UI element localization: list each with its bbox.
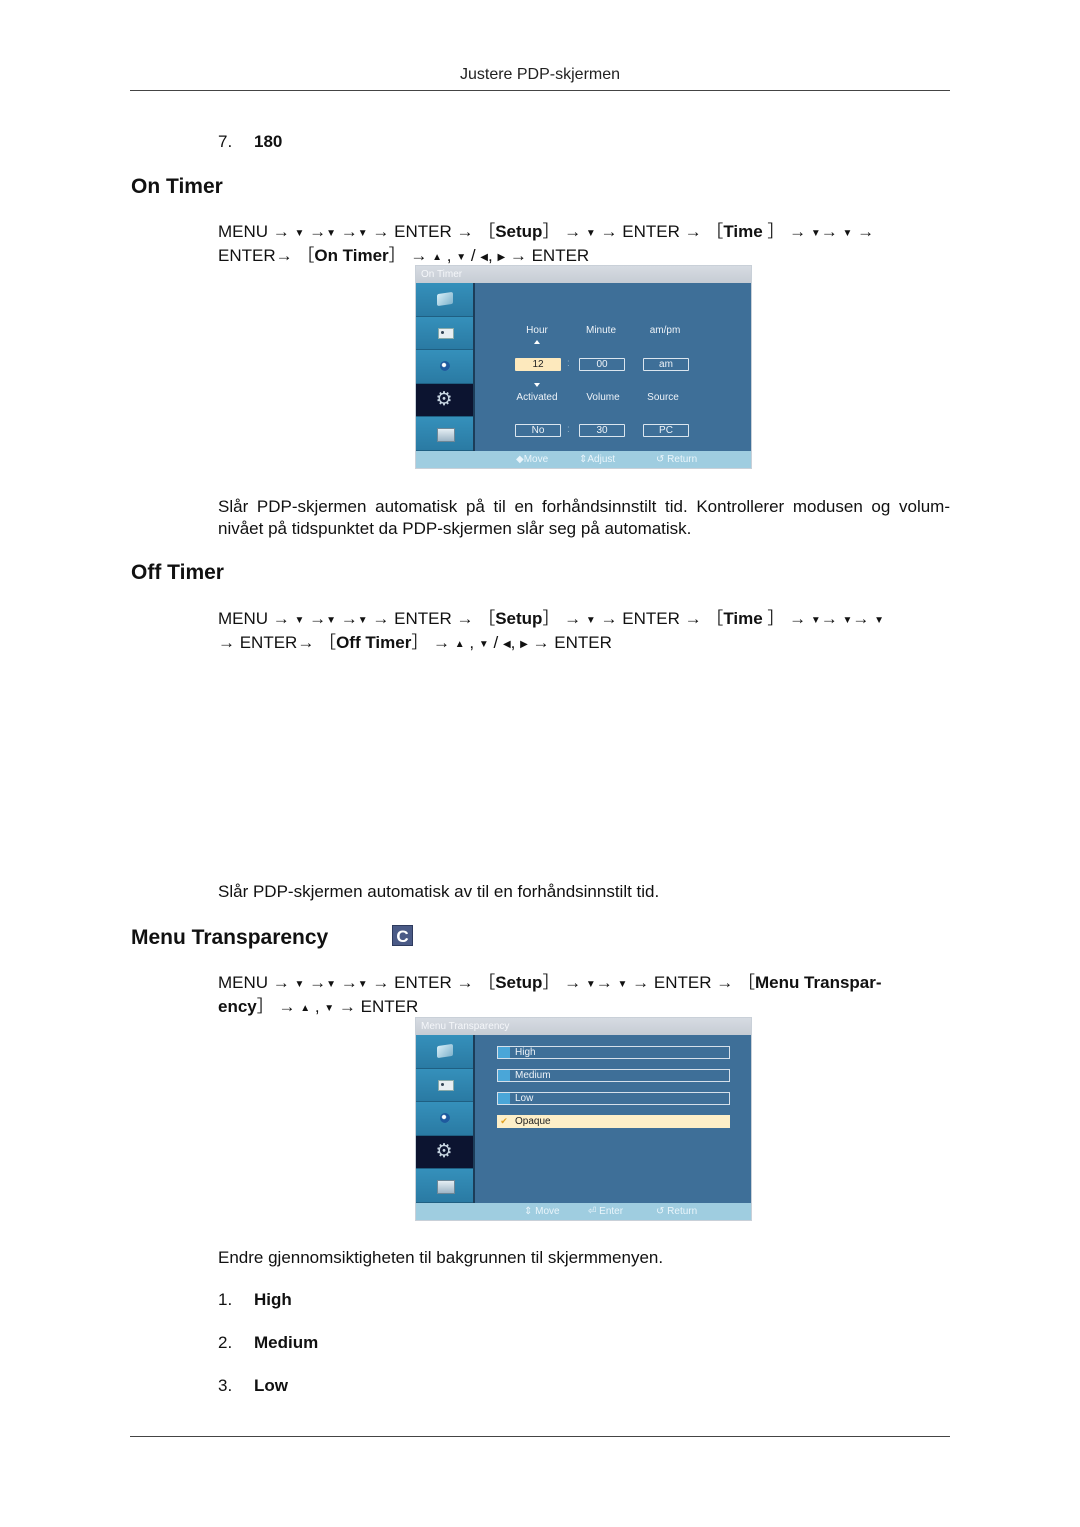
hour-field[interactable]: 12 (515, 358, 561, 371)
enter-hint: ⏎ Enter (588, 1206, 624, 1217)
option-marker (498, 1070, 510, 1081)
osd-main: Hour Minute am/pm 12 : 00 am Activated V… (475, 283, 751, 451)
sidebar-item-channel[interactable] (416, 1102, 473, 1136)
channel-icon (435, 1110, 455, 1126)
separator: : (567, 424, 570, 435)
picture-icon (435, 1043, 455, 1059)
item-label: Medium (254, 1333, 319, 1352)
option-marker (498, 1093, 510, 1104)
move-hint: ⇕ Move (524, 1206, 560, 1217)
footer-rule (130, 1436, 950, 1437)
option-opaque[interactable]: ✔ Opaque (497, 1115, 730, 1128)
list-item-180: 7. 180 (218, 132, 282, 152)
check-icon: ✔ (500, 1116, 508, 1126)
volume-field[interactable]: 30 (579, 424, 625, 437)
input-icon (435, 426, 455, 442)
path-line-1: MENU → ▼ →▼ →▼ → ENTER → ［Setup］ → ▼→ ▼ … (218, 973, 882, 992)
item-number: 7. (218, 132, 233, 151)
activated-field[interactable]: No (515, 424, 561, 437)
ampm-field[interactable]: am (643, 358, 689, 371)
menu-transparency-description: Endre gjennomsiktigheten til bakgrunnen … (218, 1248, 664, 1267)
sidebar-item-channel[interactable] (416, 350, 473, 384)
sidebar-item-setup[interactable] (416, 1135, 473, 1170)
header-rule (130, 90, 950, 91)
sidebar-item-picture[interactable] (416, 283, 473, 317)
section-heading-off-timer: Off Timer (131, 561, 224, 584)
item-number: 3. (218, 1376, 233, 1395)
list-item: 1. High (218, 1290, 292, 1310)
list-item: 2. Medium (218, 1333, 318, 1353)
item-label: High (254, 1290, 292, 1309)
section-heading-menu-transparency: Menu Transparency (131, 926, 329, 949)
sound-icon (435, 1077, 455, 1093)
return-hint: ↺ Return (656, 1206, 698, 1217)
channel-icon (435, 358, 455, 374)
item-label: 180 (254, 132, 283, 151)
sidebar-item-input[interactable] (416, 417, 473, 451)
menu-transparency-osd-screenshot: Menu Transparency High Medium Low ✔ Opaqu… (416, 1018, 751, 1220)
menu-transparency-menu-path: MENU → ▼ →▼ →▼ → ENTER → ［Setup］ → ▼→ ▼ … (218, 972, 950, 1020)
path-line-2: ency］ → ▲ , ▼ → ENTER (218, 997, 419, 1016)
path-line-2: → ENTER→ ［Off Timer］ → ▲ , ▼ / ◀, ▶ → EN… (218, 633, 612, 652)
move-hint: ◆Move (516, 454, 549, 465)
osd-footer: ◆Move ⇕Adjust ↺ Return (416, 451, 751, 468)
setup-gear-icon (435, 1140, 455, 1162)
option-label: Opaque (515, 1116, 551, 1127)
c-badge-icon: C (392, 925, 413, 946)
source-field[interactable]: PC (643, 424, 689, 437)
minute-field[interactable]: 00 (579, 358, 625, 371)
off-timer-description: Slår PDP-skjermen automatisk av til en f… (218, 882, 660, 901)
label-minute: Minute (585, 325, 616, 336)
setup-gear-icon (435, 388, 455, 410)
running-header: Justere PDP-skjermen (459, 66, 621, 83)
osd-footer: ⇕ Move ⏎ Enter ↺ Return (416, 1203, 751, 1220)
section-heading-on-timer: On Timer (131, 175, 223, 198)
osd-title: Menu Transparency (416, 1018, 751, 1035)
path-line-1: MENU → ▼ →▼ →▼ → ENTER → ［Setup］ → ▼ → E… (218, 222, 875, 241)
label-hour: Hour (526, 325, 548, 336)
adjust-hint: ⇕Adjust (579, 454, 616, 465)
option-low[interactable]: Low (497, 1092, 730, 1105)
on-timer-menu-path: MENU → ▼ →▼ →▼ → ENTER → ［Setup］ → ▼ → E… (218, 221, 950, 269)
label-ampm: am/pm (649, 325, 681, 336)
input-icon (435, 1178, 455, 1194)
item-number: 1. (218, 1290, 233, 1309)
separator: : (567, 358, 570, 369)
sidebar-item-setup[interactable] (416, 383, 473, 418)
down-arrow-icon (534, 383, 540, 387)
option-medium[interactable]: Medium (497, 1069, 730, 1082)
list-item: 3. Low (218, 1376, 288, 1396)
osd-title: On Timer (416, 266, 751, 283)
label-volume: Volume (586, 392, 620, 403)
sidebar-item-sound[interactable] (416, 316, 473, 351)
path-line-1: MENU → ▼ →▼ →▼ → ENTER → ［Setup］ → ▼ → E… (218, 609, 885, 628)
sidebar-item-picture[interactable] (416, 1035, 473, 1069)
osd-main: High Medium Low ✔ Opaque (475, 1035, 751, 1203)
return-hint: ↺ Return (656, 454, 698, 465)
sound-icon (435, 325, 455, 341)
off-timer-menu-path: MENU → ▼ →▼ →▼ → ENTER → ［Setup］ → ▼ → E… (218, 608, 950, 656)
option-high[interactable]: High (497, 1046, 730, 1059)
sidebar-item-sound[interactable] (416, 1068, 473, 1103)
item-number: 2. (218, 1333, 233, 1352)
osd-sidebar (416, 283, 475, 451)
picture-icon (435, 291, 455, 307)
item-label: Low (254, 1376, 288, 1395)
label-activated: Activated (516, 392, 558, 403)
osd-sidebar (416, 1035, 475, 1203)
option-label: High (515, 1047, 536, 1058)
option-label: Low (515, 1093, 534, 1104)
on-timer-description: Slår PDP-skjermen automatisk på til en f… (218, 497, 950, 538)
label-source: Source (647, 392, 679, 403)
sidebar-item-input[interactable] (416, 1169, 473, 1203)
option-label: Medium (515, 1070, 551, 1081)
on-timer-osd-screenshot: On Timer Hour Minute am/pm 12 : 00 am Ac… (416, 266, 751, 468)
option-marker (498, 1047, 510, 1058)
up-arrow-icon (534, 340, 540, 344)
